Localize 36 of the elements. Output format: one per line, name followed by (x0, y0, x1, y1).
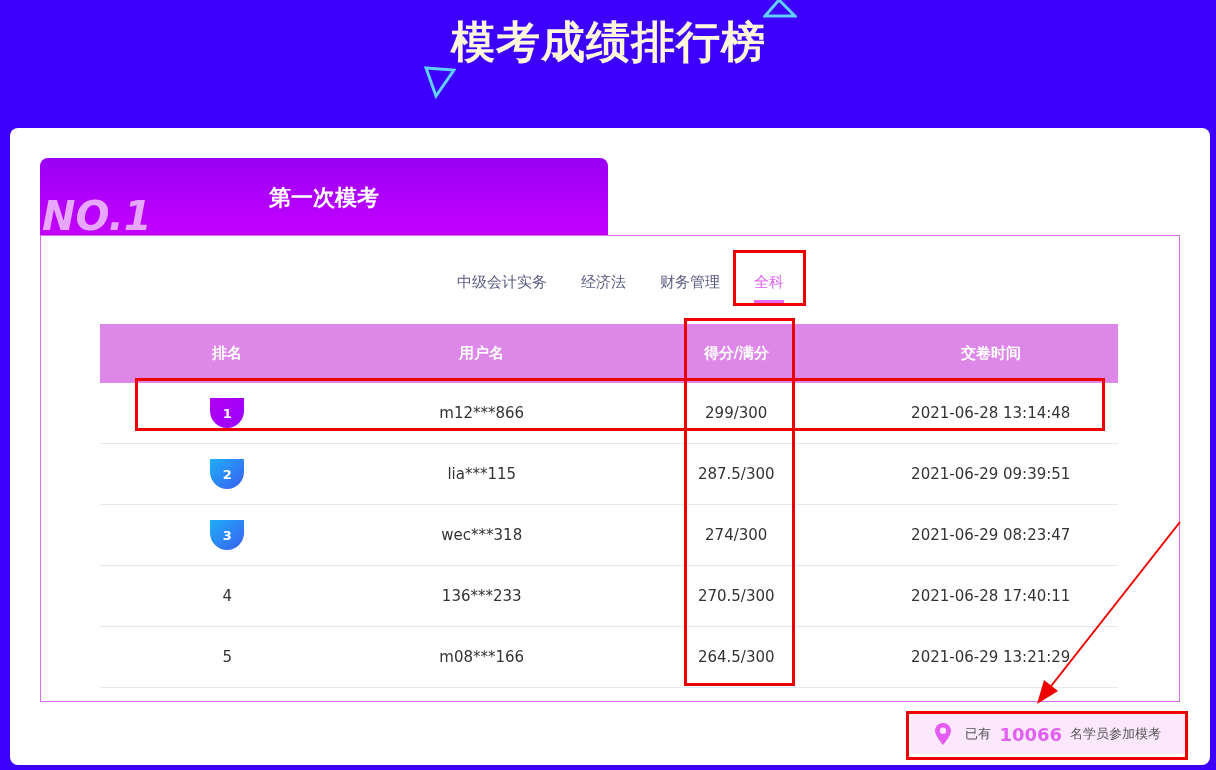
triangle-icon (424, 65, 456, 99)
rank-medal: 1 (210, 398, 245, 428)
subject-tab[interactable]: 中级会计实务 (445, 248, 558, 316)
table-cell: 2021-06-29 09:39:51 (911, 465, 1071, 483)
column-header: 用户名 (459, 344, 505, 363)
table-cell: 2021-06-28 13:14:48 (911, 404, 1071, 422)
column-header: 排名 (212, 344, 243, 363)
participants-suffix: 名学员参加模考 (1070, 725, 1161, 743)
location-pin-icon (935, 723, 952, 745)
table-cell: 287.5/300 (697, 465, 775, 483)
table-cell: 299/300 (705, 404, 768, 422)
subject-tab[interactable]: 经济法 (569, 248, 637, 316)
table-cell: 270.5/300 (697, 587, 775, 605)
triangle-icon (763, 0, 797, 18)
column-header: 得分/满分 (703, 344, 769, 363)
table-cell: 2021-06-28 17:40:11 (911, 587, 1071, 605)
column-header: 交卷时间 (960, 344, 1021, 363)
table-cell: m08***166 (439, 648, 525, 666)
subject-tab[interactable]: 财务管理 (648, 248, 731, 316)
rank-medal: 3 (210, 520, 245, 550)
table-cell: m12***866 (439, 404, 525, 422)
table-cell: 2021-06-29 13:21:29 (911, 648, 1071, 666)
participants-prefix: 已有 (965, 725, 992, 743)
table-cell: 136***233 (441, 587, 522, 605)
page-title: 模考成绩排行榜 (450, 15, 766, 69)
table-cell: 4 (222, 587, 232, 605)
table-cell: 2021-06-29 08:23:47 (911, 526, 1071, 544)
table-cell: 5 (222, 648, 232, 666)
table-cell: lia***115 (447, 465, 517, 483)
exam-number-label: NO.1 (42, 193, 152, 235)
rank-medal: 2 (210, 459, 245, 489)
exam-title: 第一次模考 (269, 183, 379, 212)
table-cell: 264.5/300 (697, 648, 775, 666)
participants-count: 10066 (999, 723, 1062, 745)
table-cell: wec***318 (441, 526, 523, 544)
table-cell: 274/300 (705, 526, 768, 544)
